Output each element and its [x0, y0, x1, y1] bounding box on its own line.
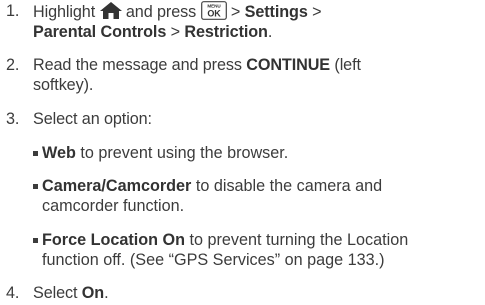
option-camera-camcorder: Camera/Camcorder to disable the camera a… [33, 176, 382, 216]
option-description: function off. (See “GPS Services” on pag… [42, 251, 385, 269]
menu-key-bottom-label: OK [207, 9, 221, 19]
bullet-icon [33, 184, 38, 189]
bullet-icon [33, 151, 38, 156]
step-text: (left [330, 56, 361, 74]
step-number: 4. [6, 284, 20, 302]
step-end: . [104, 284, 109, 302]
option-description: to prevent turning the Location [185, 231, 409, 249]
step-text: Select an option: [33, 110, 152, 128]
instructions-page: 1. Highlight and press MENU OK > Setting… [0, 0, 485, 305]
step-text: Highlight [33, 3, 96, 21]
option-force-location-on: Force Location On to prevent turning the… [33, 230, 408, 270]
step-number: 2. [6, 56, 20, 74]
step-end: . [267, 23, 273, 41]
path-restriction: Restriction [184, 23, 268, 41]
step-number: 3. [6, 110, 20, 128]
home-icon [99, 2, 122, 19]
option-description: to disable the camera and [191, 177, 383, 195]
option-description: to prevent using the browser. [75, 144, 289, 162]
option-name: Force Location On [42, 231, 186, 249]
continue-label: CONTINUE [246, 56, 330, 74]
step-text: Select [33, 284, 82, 302]
option-description: camcorder function. [42, 197, 185, 215]
path-settings: Settings [244, 3, 308, 21]
path-separator: > [307, 3, 322, 21]
option-name: Camera/Camcorder [42, 177, 192, 195]
bullet-icon [33, 238, 38, 243]
path-parental-controls: Parental Controls [33, 23, 167, 41]
step-number: 1. [6, 2, 20, 20]
on-label: On [81, 284, 105, 302]
option-name: Web [42, 144, 76, 162]
step-text: and press [125, 3, 197, 21]
menu-ok-key-icon: MENU OK [200, 1, 227, 20]
path-separator: > [166, 23, 185, 41]
step-text: Read the message and press [33, 56, 247, 74]
option-web: Web to prevent using the browser. [33, 143, 288, 163]
step-text: softkey). [33, 76, 94, 94]
path-separator: > [226, 3, 245, 21]
